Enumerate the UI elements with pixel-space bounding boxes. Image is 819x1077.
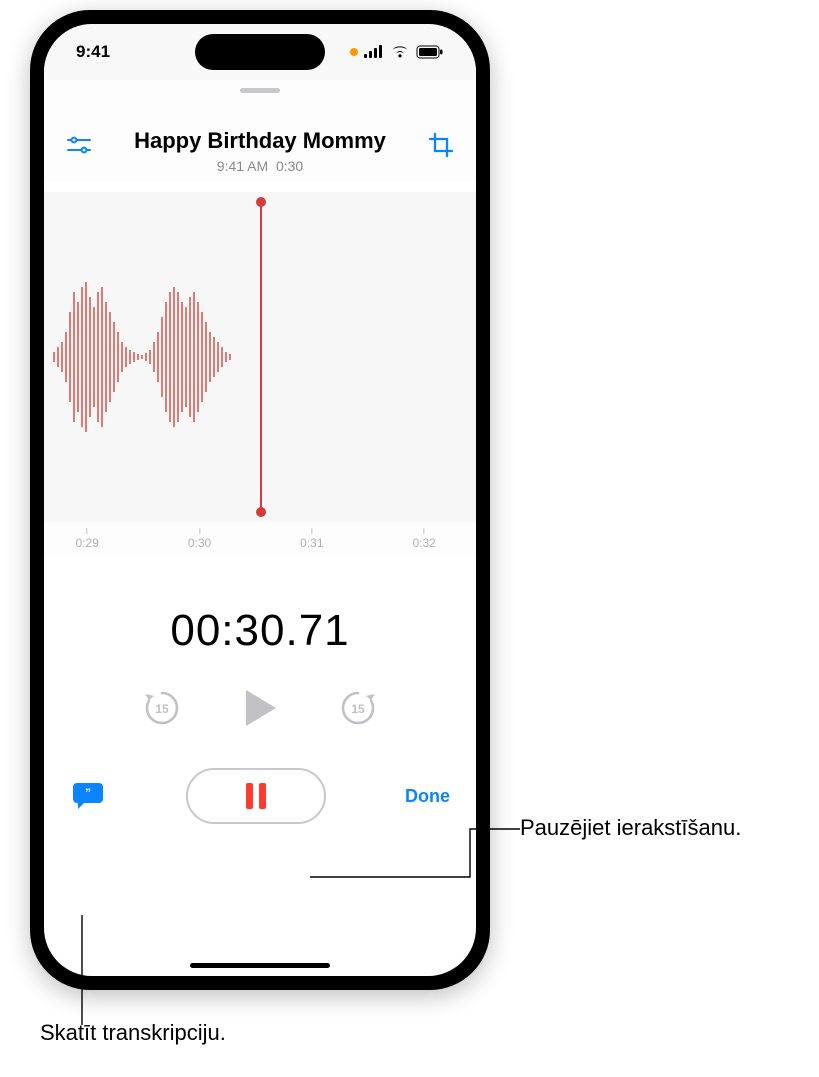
sheet-handle-area[interactable] xyxy=(44,80,476,100)
pause-icon xyxy=(246,783,266,809)
tick-label: 0:31 xyxy=(300,528,323,550)
home-indicator[interactable] xyxy=(190,963,330,968)
pause-recording-button[interactable] xyxy=(186,768,326,824)
battery-icon xyxy=(416,45,444,59)
skip-back-15-button[interactable]: 15 xyxy=(142,688,182,728)
bottom-action-row: ” Done xyxy=(44,768,476,824)
cellular-icon xyxy=(364,45,384,59)
callout-transcript: Skatīt transkripciju. xyxy=(40,1020,226,1046)
status-time: 9:41 xyxy=(76,42,110,62)
sheet-grabber[interactable] xyxy=(240,88,280,93)
tick-label: 0:29 xyxy=(76,528,99,550)
recording-time: 9:41 AM xyxy=(217,158,268,174)
status-right xyxy=(350,45,444,59)
elapsed-timer: 00:30.71 xyxy=(44,606,476,656)
play-icon xyxy=(242,688,278,728)
skip-back-icon: 15 xyxy=(142,688,182,728)
dynamic-island xyxy=(195,34,325,70)
svg-text:”: ” xyxy=(85,786,91,800)
callout-pause: Pauzējiet ierakstīšanu. xyxy=(520,815,741,841)
waveform-area[interactable] xyxy=(44,192,476,522)
trim-button[interactable] xyxy=(426,130,456,160)
wifi-icon xyxy=(390,45,410,59)
skip-forward-15-button[interactable]: 15 xyxy=(338,688,378,728)
crop-icon xyxy=(429,133,453,157)
svg-text:15: 15 xyxy=(351,702,365,716)
recording-header: Happy Birthday Mommy 9:41 AM 0:30 xyxy=(44,100,476,182)
playhead[interactable] xyxy=(260,202,262,512)
tick-label: 0:30 xyxy=(188,528,211,550)
transcript-button[interactable]: ” xyxy=(70,780,106,812)
sliders-icon xyxy=(66,136,92,154)
recording-subtitle: 9:41 AM 0:30 xyxy=(64,158,456,174)
callout-pause-text: Pauzējiet ierakstīšanu. xyxy=(520,815,741,841)
speech-bubble-quote-icon: ” xyxy=(72,781,104,811)
tick-label: 0:32 xyxy=(412,528,435,550)
callout-transcript-text: Skatīt transkripciju. xyxy=(40,1020,226,1046)
recording-indicator-dot xyxy=(350,48,358,56)
skip-forward-icon: 15 xyxy=(338,688,378,728)
recording-duration: 0:30 xyxy=(276,158,303,174)
done-button[interactable]: Done xyxy=(405,786,450,807)
playback-settings-button[interactable] xyxy=(64,130,94,160)
play-button[interactable] xyxy=(242,688,278,728)
svg-text:15: 15 xyxy=(155,702,169,716)
recording-title[interactable]: Happy Birthday Mommy xyxy=(64,128,456,154)
timeline-ruler[interactable]: 0:29 0:30 0:31 0:32 xyxy=(44,522,476,556)
transport-controls: 15 15 xyxy=(44,688,476,728)
